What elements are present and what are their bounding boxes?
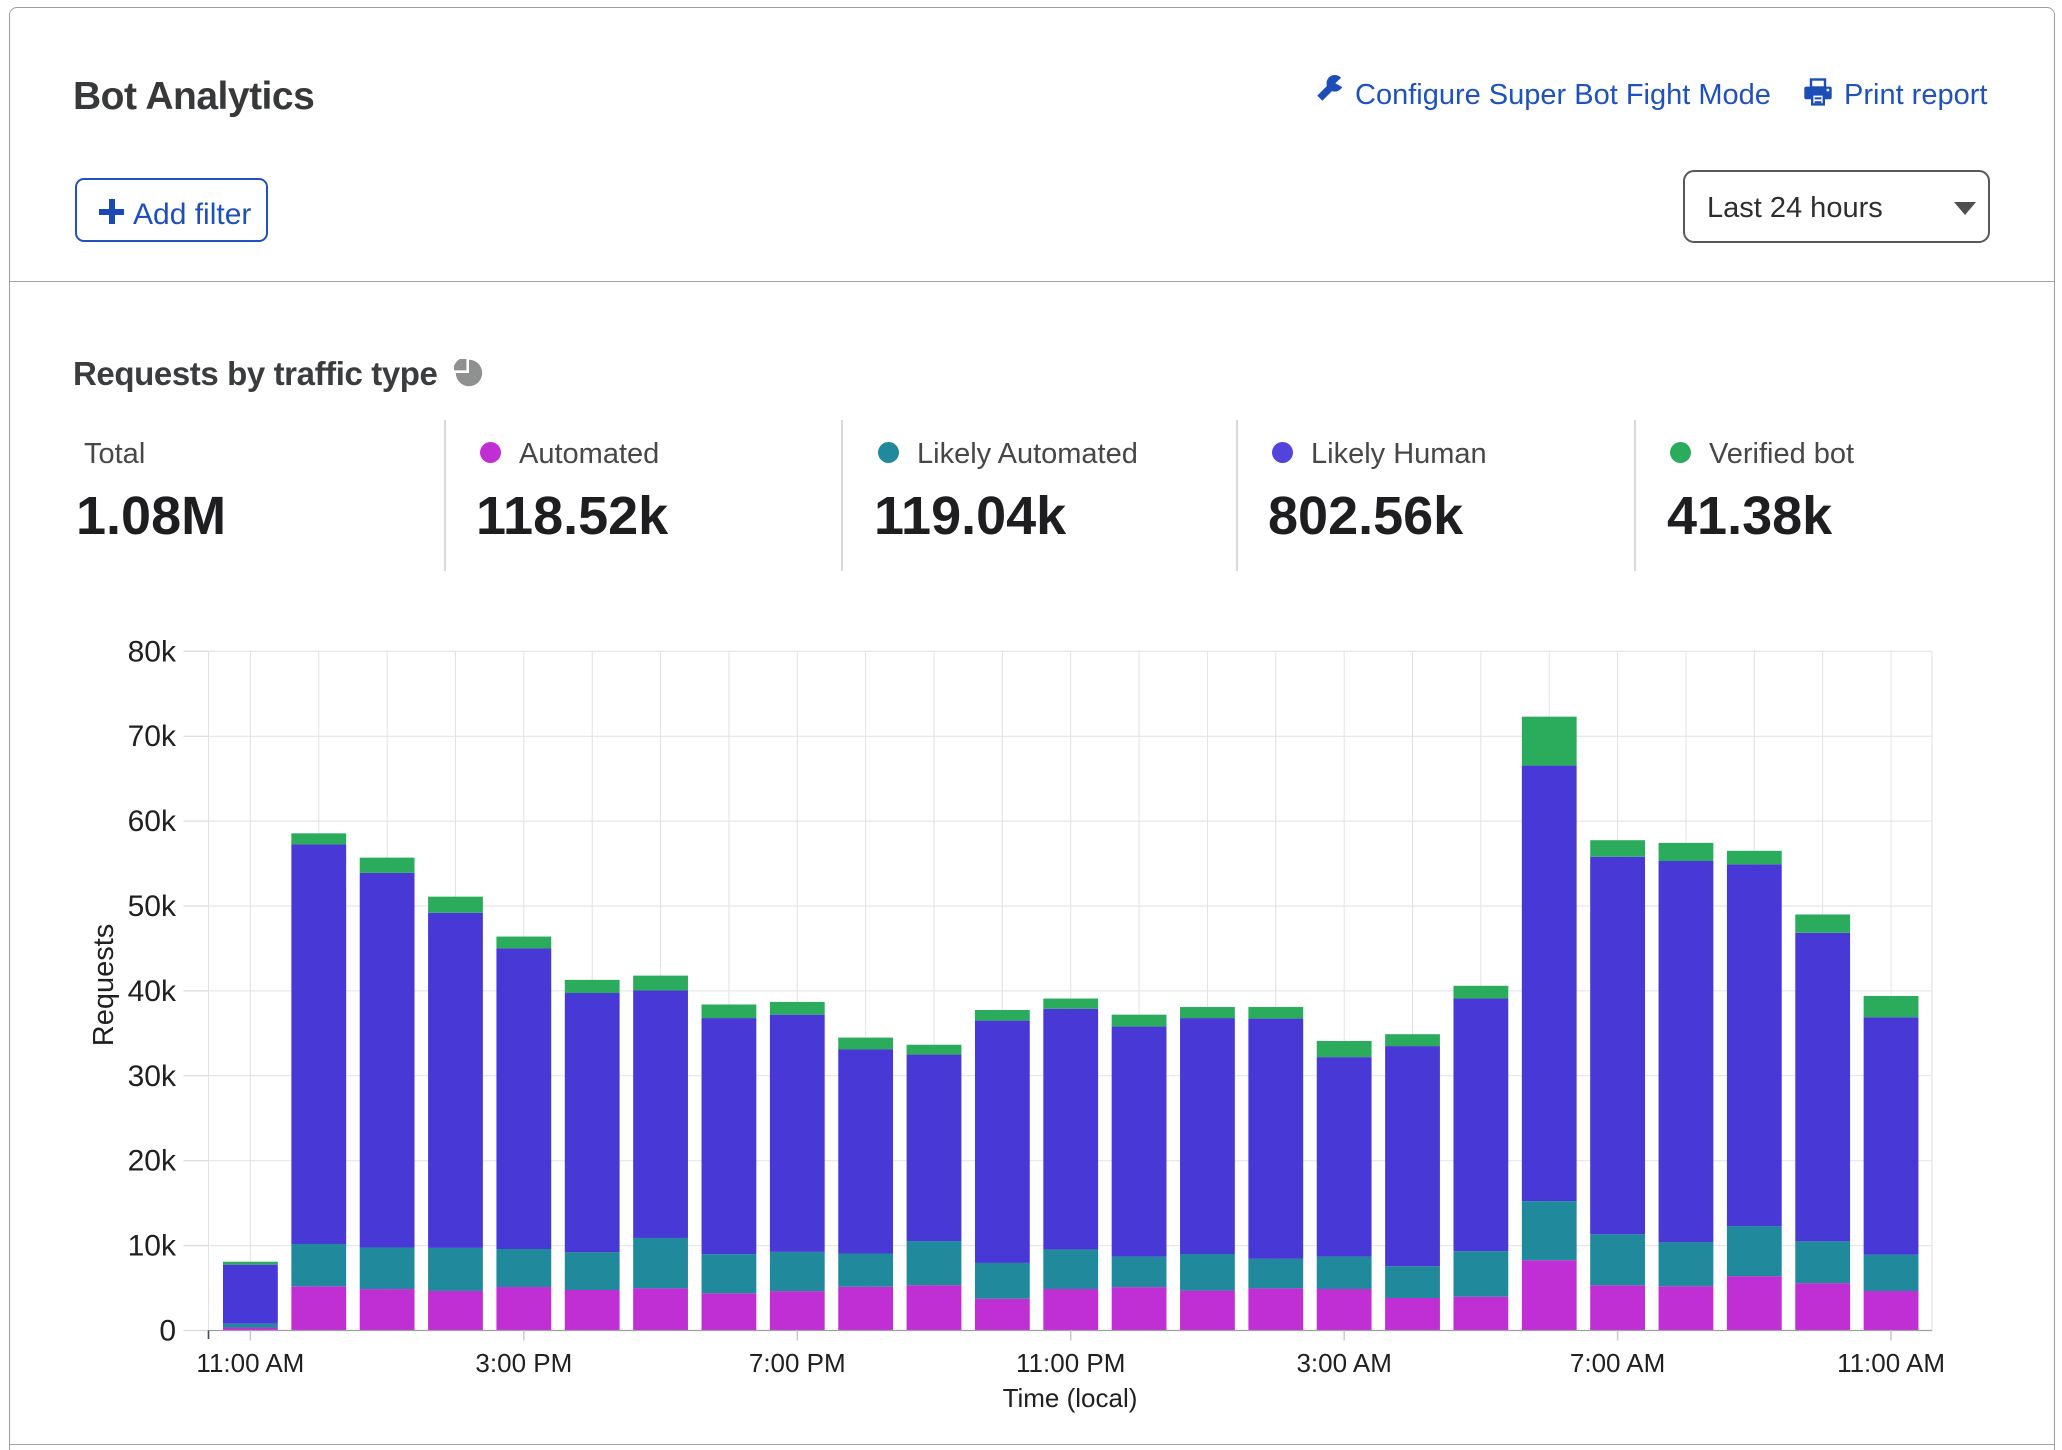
svg-text:11:00 AM: 11:00 AM <box>1837 1348 1945 1378</box>
svg-text:0: 0 <box>159 1315 176 1348</box>
svg-text:3:00 AM: 3:00 AM <box>1296 1348 1391 1378</box>
svg-text:7:00 PM: 7:00 PM <box>749 1348 846 1378</box>
svg-text:40k: 40k <box>128 975 177 1008</box>
svg-text:80k: 80k <box>128 635 177 668</box>
svg-text:Time (local): Time (local) <box>1003 1383 1138 1413</box>
svg-text:Requests: Requests <box>88 924 120 1047</box>
svg-text:70k: 70k <box>128 720 177 753</box>
svg-text:30k: 30k <box>128 1060 177 1093</box>
svg-text:60k: 60k <box>128 805 177 838</box>
svg-text:3:00 PM: 3:00 PM <box>475 1348 572 1378</box>
svg-text:20k: 20k <box>128 1145 177 1178</box>
svg-text:11:00 AM: 11:00 AM <box>196 1348 304 1378</box>
svg-text:7:00 AM: 7:00 AM <box>1570 1348 1665 1378</box>
svg-text:50k: 50k <box>128 890 177 923</box>
svg-text:11:00 PM: 11:00 PM <box>1016 1348 1125 1378</box>
svg-text:10k: 10k <box>128 1230 177 1263</box>
